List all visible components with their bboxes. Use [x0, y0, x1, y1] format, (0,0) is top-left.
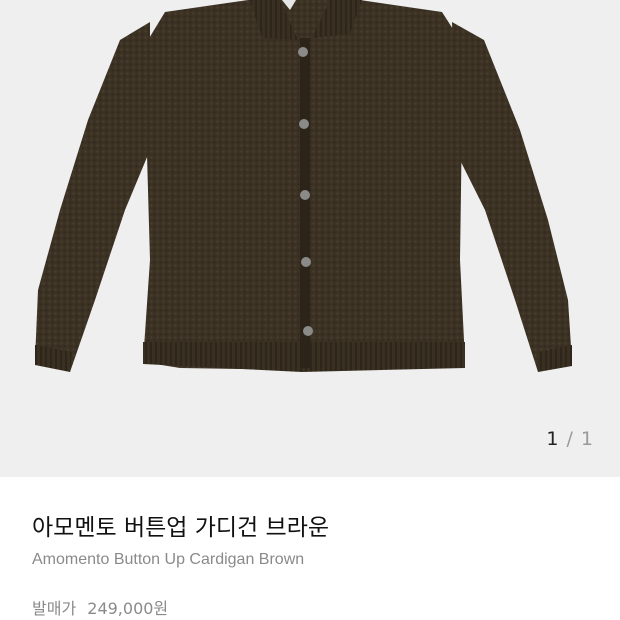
release-price-row: 발매가 249,000원	[32, 595, 168, 619]
product-title-korean: 아모멘토 버튼업 가디건 브라운	[32, 515, 330, 541]
image-pager: 1 / 1	[546, 428, 594, 450]
release-price-value: 249,000원	[87, 599, 169, 618]
release-price-label: 발매가	[32, 599, 77, 618]
product-title-english: Amomento Button Up Cardigan Brown	[32, 551, 305, 568]
left-sleeve	[35, 22, 150, 372]
placket	[300, 38, 310, 368]
right-sleeve	[452, 22, 572, 372]
pager-total: 1	[580, 428, 594, 450]
cardigan-image[interactable]	[0, 0, 620, 477]
product-image-gallery[interactable]: 1 / 1	[0, 0, 620, 477]
pager-separator: /	[566, 428, 574, 450]
pager-current: 1	[546, 428, 560, 450]
